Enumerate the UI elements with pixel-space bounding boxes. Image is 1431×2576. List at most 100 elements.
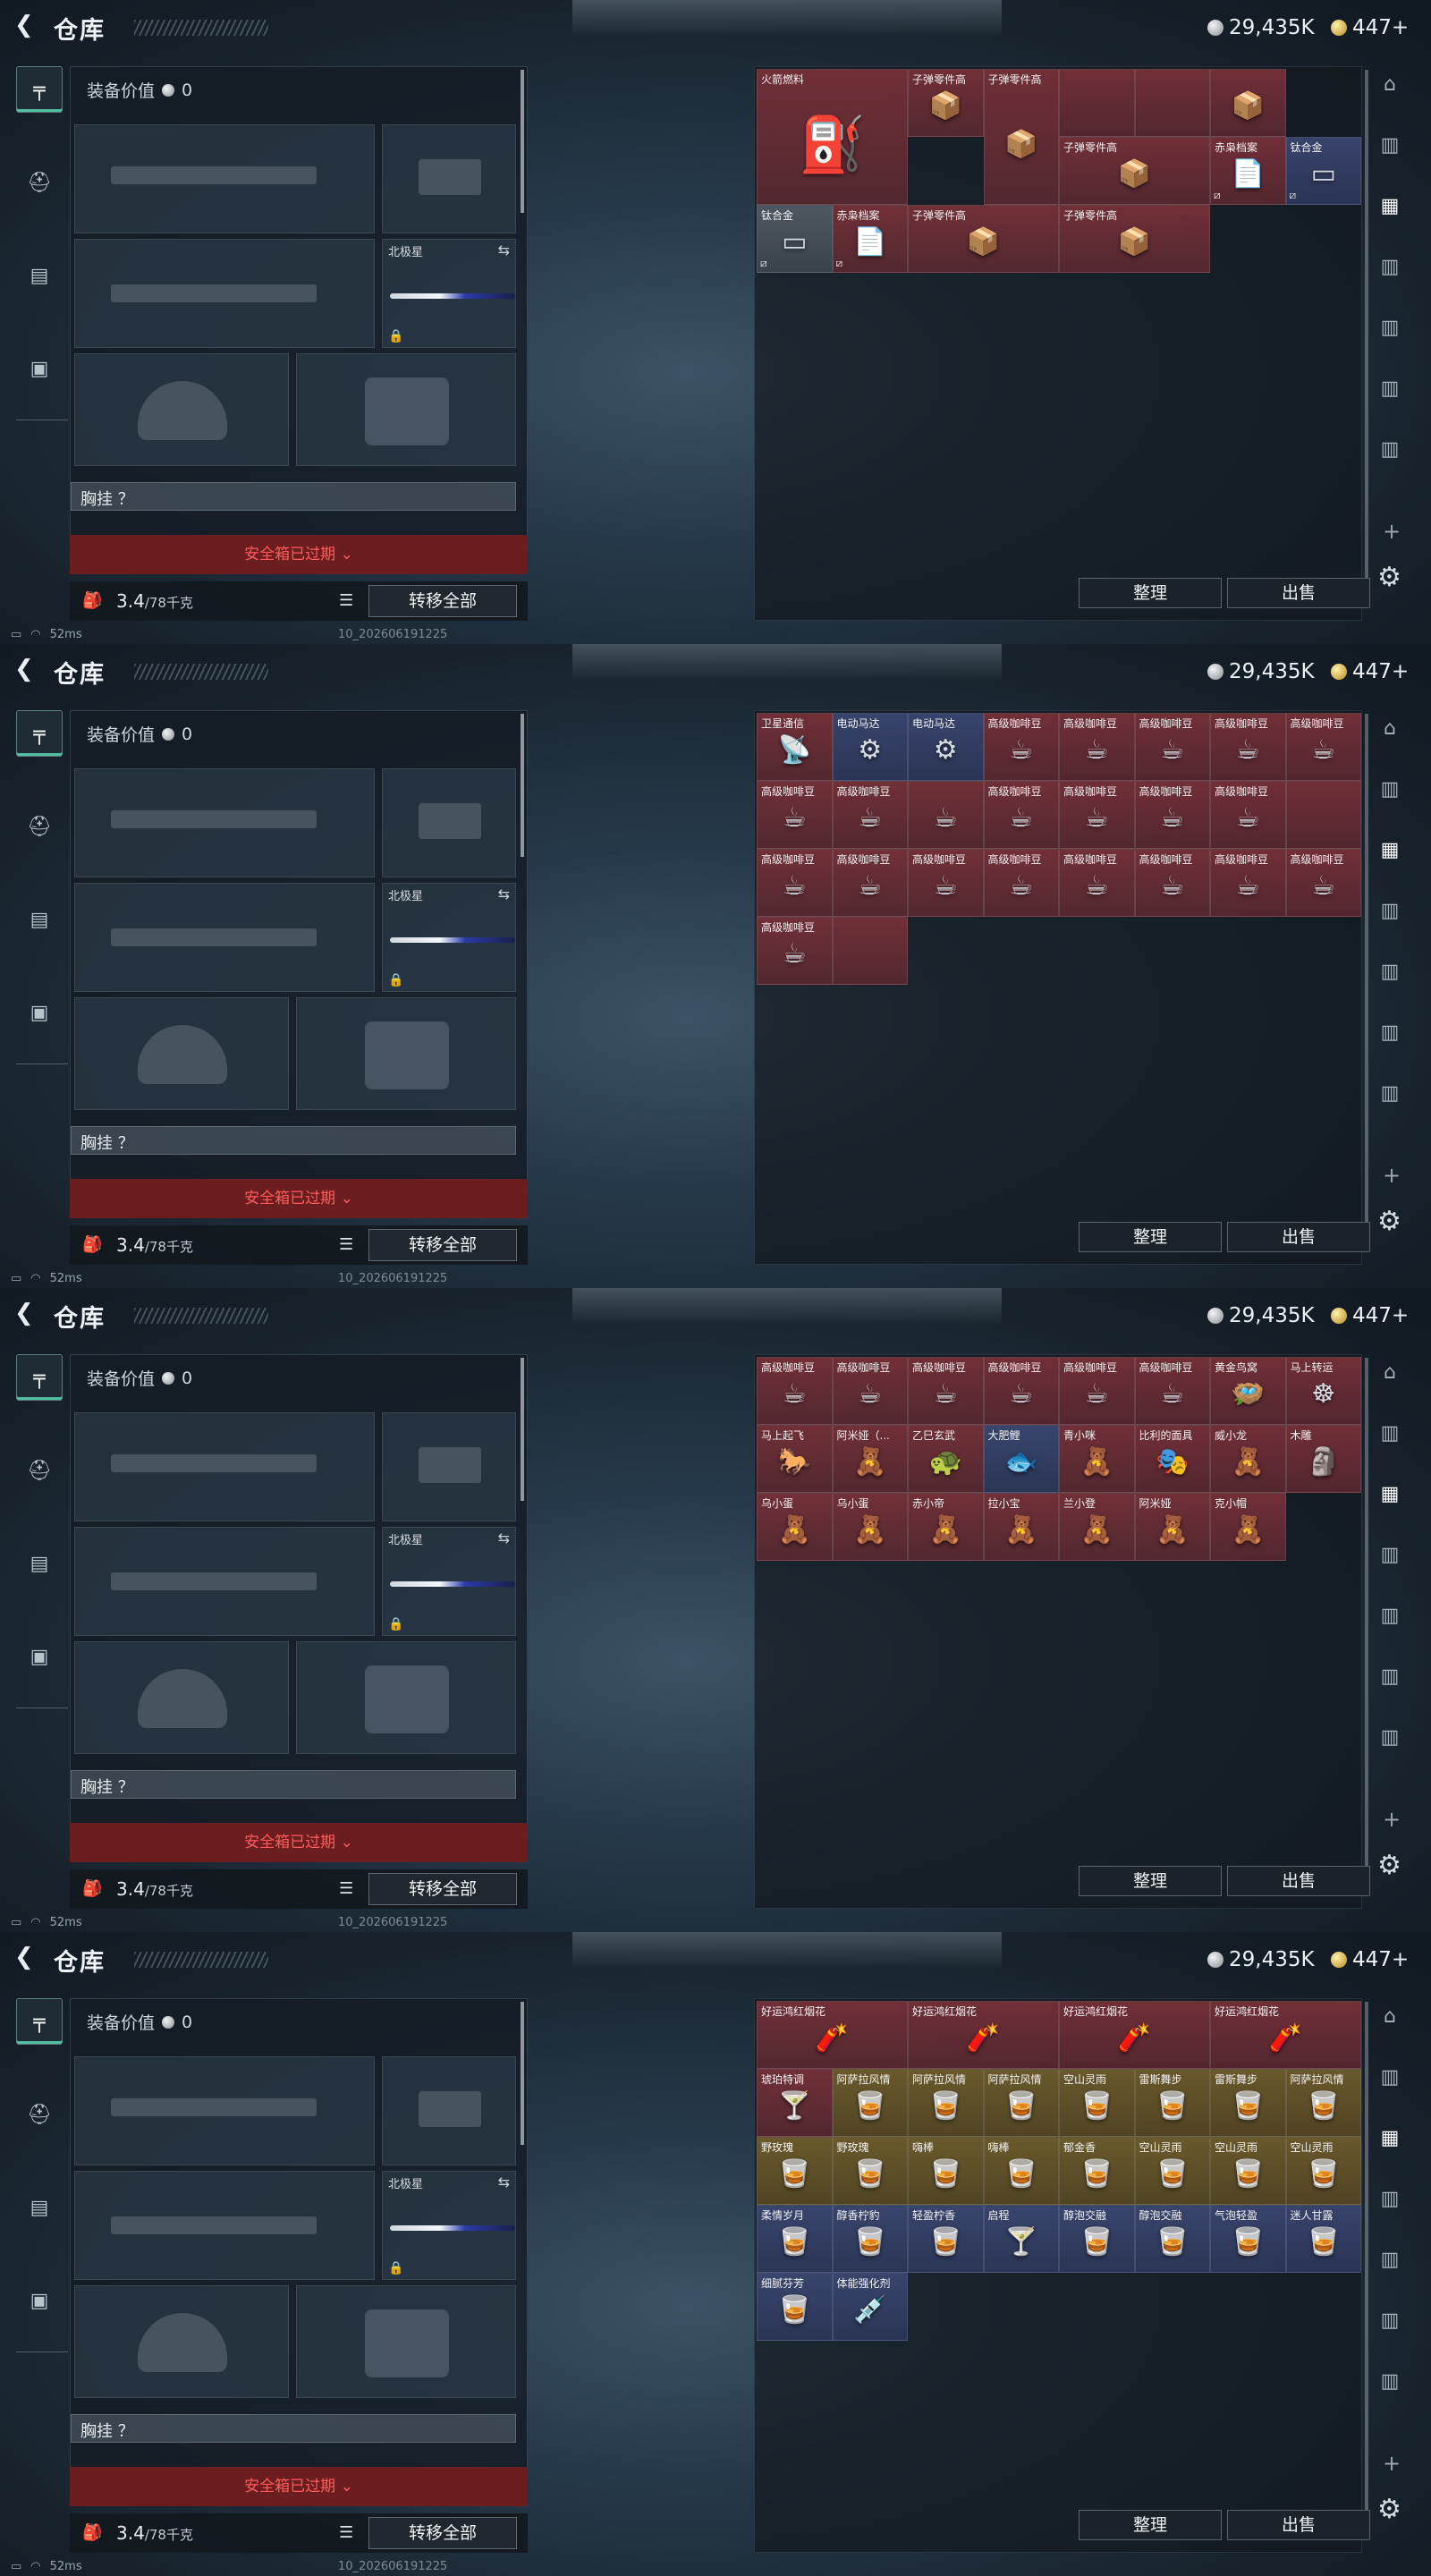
gold-currency[interactable]: 447+ — [1331, 1948, 1409, 1971]
stash-item[interactable]: 高级咖啡豆 ☕ — [983, 781, 1059, 849]
stash-item[interactable]: 阿萨拉风情 🥃 — [832, 2069, 908, 2137]
stash-page-icon[interactable]: ▥ — [1372, 431, 1408, 467]
stash-scrollbar[interactable] — [1365, 70, 1368, 606]
stash-page-icon[interactable]: ▥ — [1372, 127, 1408, 163]
stash-scrollbar[interactable] — [1365, 714, 1368, 1250]
stash-item[interactable]: 轻盈柠香 🥃 — [908, 2205, 984, 2273]
stash-item[interactable]: 拉小宝 🧸 — [983, 1493, 1059, 1561]
stash-item[interactable]: 大肥鲤 🐟 — [983, 1425, 1059, 1493]
sell-button[interactable]: 出售 — [1227, 578, 1370, 608]
vest-category-icon[interactable]: ▤ — [16, 896, 63, 943]
primary-weapon-slot[interactable] — [74, 124, 375, 233]
gear-icon[interactable]: ⚙ — [1377, 2494, 1401, 2525]
primary-weapon-slot[interactable] — [74, 768, 375, 877]
stash-scrollbar[interactable] — [1365, 2002, 1368, 2538]
backpack-category-icon[interactable]: ▣ — [16, 345, 63, 392]
stash-item[interactable]: 克小帽 🧸 — [1210, 1493, 1286, 1561]
secondary-weapon-slot[interactable] — [74, 2171, 375, 2280]
stash-item[interactable]: 迷人甘露 🥃 — [1285, 2205, 1361, 2273]
primary-weapon-slot[interactable] — [74, 1412, 375, 1521]
chest-rig-slot[interactable]: 胸挂 ？ — [71, 1126, 516, 1155]
sell-button[interactable]: 出售 — [1227, 1866, 1370, 1896]
stash-item[interactable]: 乌小蛋 🧸 — [832, 1493, 908, 1561]
armor-slot[interactable] — [296, 353, 516, 466]
stash-item[interactable]: 高级咖啡豆 ☕ — [832, 781, 908, 849]
stash-item[interactable]: 醇香柠豹 🥃 — [832, 2205, 908, 2273]
stash-page-icon[interactable]: ▥ — [1372, 2363, 1408, 2399]
stash-item[interactable]: 雷斯舞步 🥃 — [1134, 2069, 1210, 2137]
stash-page-icon[interactable]: ▥ — [1372, 1719, 1408, 1755]
stash-item[interactable]: 高级咖啡豆 ☕ — [983, 849, 1059, 917]
stash-item[interactable]: 高级咖啡豆 ☕ — [1059, 713, 1135, 781]
vest-category-icon[interactable]: ▤ — [16, 252, 63, 299]
stash-item[interactable]: 阿萨拉风情 🥃 — [1285, 2069, 1361, 2137]
gear-icon[interactable]: ⚙ — [1377, 1850, 1401, 1881]
loadout-scrollbar[interactable] — [521, 2002, 524, 2145]
stash-item[interactable]: 高级咖啡豆 ☕ — [908, 1357, 984, 1425]
stash-item[interactable]: 空山灵雨 🥃 — [1134, 2137, 1210, 2205]
stash-item[interactable]: 阿萨拉风情 🥃 — [983, 2069, 1059, 2137]
stash-page-icon[interactable]: ▥ — [1372, 1658, 1408, 1694]
list-icon[interactable]: ☰ — [339, 1879, 353, 1898]
stash-item[interactable]: 好运鸿红烟花 🧨 — [1210, 2001, 1361, 2069]
stash-item[interactable]: 高级咖啡豆 ☕ — [1059, 1357, 1135, 1425]
backpack-category-icon[interactable]: ▣ — [16, 989, 63, 1036]
stash-item[interactable]: 高级咖啡豆 ☕ — [757, 917, 833, 985]
stash-item[interactable]: 黄金鸟窝 🪺 — [1210, 1357, 1286, 1425]
stash-page-active-icon[interactable]: ▦ — [1372, 832, 1408, 868]
stash-item[interactable]: 好运鸿红烟花 🧨 — [908, 2001, 1059, 2069]
stash-scrollbar[interactable] — [1365, 1358, 1368, 1894]
melee-slot[interactable]: 北极星 ⇆ 🔒 — [382, 2171, 516, 2280]
sort-button[interactable]: 整理 — [1079, 1222, 1222, 1252]
stash-item[interactable]: 子弹零件高 📦 — [1059, 137, 1210, 205]
stash-page-icon[interactable]: ▥ — [1372, 2059, 1408, 2095]
armor-slot[interactable] — [296, 1641, 516, 1754]
stash-item[interactable]: 📦 — [1210, 69, 1286, 137]
stash-page-icon[interactable]: ▥ — [1372, 1075, 1408, 1111]
safe-box-expired-banner[interactable]: 安全箱已过期 ⌄ — [70, 1823, 528, 1862]
stash-item[interactable]: 细腻芬芳 🥃 — [757, 2273, 833, 2341]
stash-item[interactable]: 钛合金 ▭ ⧄ — [757, 205, 833, 273]
stash-item[interactable]: 体能强化剂 💉 — [832, 2273, 908, 2341]
stash-item[interactable]: 启程 🍸 — [983, 2205, 1059, 2273]
gold-currency[interactable]: 447+ — [1331, 16, 1409, 39]
stash-page-active-icon[interactable]: ▦ — [1372, 2120, 1408, 2156]
armor-slot[interactable] — [296, 997, 516, 1110]
helmet-category-icon[interactable]: ⛑ — [16, 2091, 63, 2138]
stash-item[interactable]: 气泡轻盈 🥃 — [1210, 2205, 1286, 2273]
helmet-category-icon[interactable]: ⛑ — [16, 803, 63, 850]
helmet-slot[interactable] — [74, 353, 289, 466]
stash-item[interactable]: 高级咖啡豆 ☕ — [1285, 849, 1361, 917]
stash-item[interactable]: 阿米娅（... 🧸 — [832, 1425, 908, 1493]
stash-page-icon[interactable]: ▥ — [1372, 1537, 1408, 1572]
stash-item[interactable]: 高级咖啡豆 ☕ — [1059, 781, 1135, 849]
stash-item[interactable]: 高级咖啡豆 ☕ — [983, 713, 1059, 781]
add-page-icon[interactable]: + — [1383, 1807, 1401, 1832]
stash-item[interactable]: 马上转运 ☸ — [1285, 1357, 1361, 1425]
chest-rig-slot[interactable]: 胸挂 ？ — [71, 482, 516, 511]
stash-item[interactable]: 阿米娅 🧸 — [1134, 1493, 1210, 1561]
gold-currency[interactable]: 447+ — [1331, 1304, 1409, 1327]
stash-item[interactable]: 子弹零件高 📦 — [908, 69, 984, 137]
stash-item[interactable]: 子弹零件高 📦 — [983, 69, 1059, 205]
stash-item[interactable]: 青小咪 🧸 — [1059, 1425, 1135, 1493]
chevron-left-icon[interactable]: ❮ — [14, 657, 39, 682]
secondary-weapon-slot[interactable] — [74, 239, 375, 348]
stash-item[interactable]: 高级咖啡豆 ☕ — [832, 849, 908, 917]
list-icon[interactable]: ☰ — [339, 1235, 353, 1254]
loadout-scrollbar[interactable] — [521, 1358, 524, 1501]
stash-item[interactable]: 好运鸿红烟花 🧨 — [1059, 2001, 1210, 2069]
vest-category-icon[interactable]: ▤ — [16, 2184, 63, 2231]
stash-item[interactable]: 醇泡交融 🥃 — [1059, 2205, 1135, 2273]
stash-item[interactable]: 野玫瑰 🥃 — [757, 2137, 833, 2205]
gold-currency[interactable]: 447+ — [1331, 660, 1409, 683]
safe-box-expired-banner[interactable]: 安全箱已过期 ⌄ — [70, 1179, 528, 1218]
stash-item[interactable]: 马上起飞 🐎 — [757, 1425, 833, 1493]
stash-page-icon[interactable]: ▥ — [1372, 2241, 1408, 2277]
stash-item[interactable]: 空山灵雨 🥃 — [1059, 2069, 1135, 2137]
weapon-category-icon[interactable]: ╤ — [16, 1998, 63, 2045]
stash-item[interactable]: 高级咖啡豆 ☕ — [832, 1357, 908, 1425]
stash-item[interactable]: 柔情岁月 🥃 — [757, 2205, 833, 2273]
stash-page-icon[interactable]: ▥ — [1372, 1415, 1408, 1451]
stash-item[interactable]: 高级咖啡豆 ☕ — [1134, 1357, 1210, 1425]
